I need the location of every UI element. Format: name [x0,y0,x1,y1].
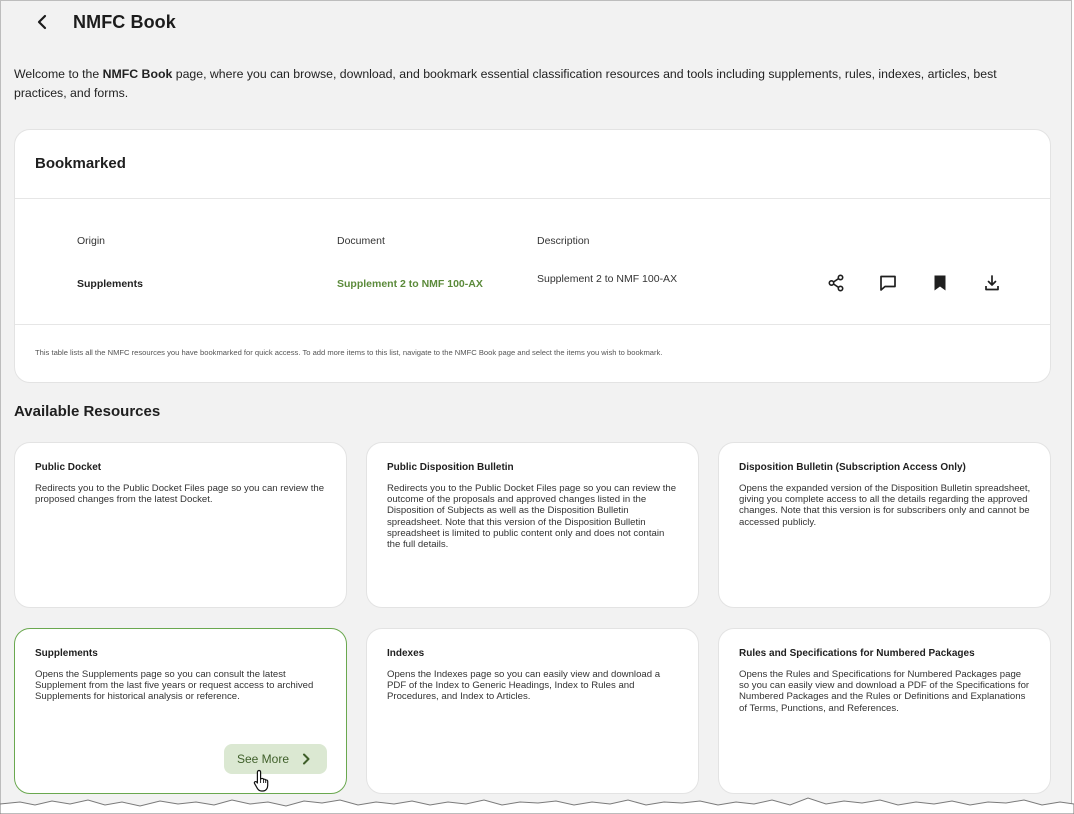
resource-card-supplements[interactable]: Supplements Opens the Supplements page s… [14,628,347,794]
torn-edge-decoration [0,797,1074,814]
resource-card-rules-specifications[interactable]: Rules and Specifications for Numbered Pa… [718,628,1051,794]
download-icon [985,275,999,291]
bookmarked-title: Bookmarked [35,155,126,172]
card-title: Public Disposition Bulletin [387,462,514,473]
comment-button[interactable] [877,272,899,294]
column-header-document: Document [337,235,385,247]
row-description: Supplement 2 to NMF 100-AX [537,273,678,285]
app-window: NMFC Book Welcome to the NMFC Book page,… [0,0,1072,814]
card-title: Rules and Specifications for Numbered Pa… [739,648,975,659]
row-actions [825,272,1003,294]
share-button[interactable] [825,272,847,294]
row-document-link[interactable]: Supplement 2 to NMF 100-AX [337,278,483,290]
divider [15,324,1050,325]
see-more-label: See More [237,752,290,766]
row-origin: Supplements [77,278,143,290]
card-description: Opens the Rules and Specifications for N… [739,669,1030,714]
bookmark-button[interactable] [929,272,951,294]
download-button[interactable] [981,272,1003,294]
intro-bold: NMFC Book [102,67,173,81]
page-title: NMFC Book [73,12,176,32]
card-description: Opens the Indexes page so you can easily… [387,669,661,703]
resource-card-disposition-bulletin-subscription[interactable]: Disposition Bulletin (Subscription Acces… [718,442,1051,608]
card-description: Redirects you to the Public Docket Files… [35,483,325,506]
intro-text: Welcome to the NMFC Book page, where you… [14,67,997,100]
chevron-left-icon [37,14,47,30]
available-resources-title: Available Resources [14,403,161,420]
card-description: Redirects you to the Public Docket Files… [387,483,677,551]
card-description: Opens the Supplements page so you can co… [35,669,314,703]
card-title: Disposition Bulletin (Subscription Acces… [739,462,966,473]
comment-icon [880,275,896,291]
back-button[interactable] [31,11,53,33]
column-header-origin: Origin [77,235,106,247]
resource-card-public-docket[interactable]: Public Docket Redirects you to the Publi… [14,442,347,608]
resource-card-indexes[interactable]: Indexes Opens the Indexes page so you ca… [366,628,699,794]
card-description: Opens the expanded version of the Dispos… [739,483,1031,528]
divider [15,198,1050,199]
card-title: Indexes [387,648,425,659]
share-icon [828,274,844,292]
resource-card-public-disposition-bulletin[interactable]: Public Disposition Bulletin Redirects yo… [366,442,699,608]
page-header: NMFC Book [1,1,1071,45]
card-title: Public Docket [35,462,102,473]
bookmark-icon [934,275,946,291]
see-more-button[interactable]: See More [224,744,327,774]
column-header-description: Description [537,235,590,247]
chevron-right-icon [303,753,310,765]
card-title: Supplements [35,648,98,659]
bookmarked-card: Bookmarked Origin Document Description S… [14,129,1051,383]
bookmarked-footnote: This table lists all the NMFC resources … [35,348,663,357]
